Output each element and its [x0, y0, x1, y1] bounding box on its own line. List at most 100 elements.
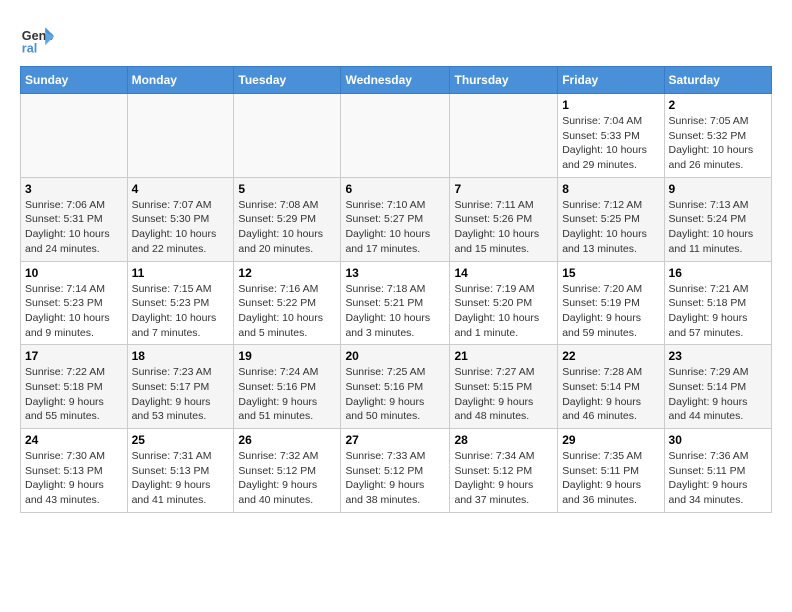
calendar-cell: 6Sunrise: 7:10 AM Sunset: 5:27 PM Daylig… [341, 177, 450, 261]
logo-icon: Gene ral [20, 20, 56, 56]
day-info: Sunrise: 7:07 AM Sunset: 5:30 PM Dayligh… [132, 198, 230, 257]
header-sunday: Sunday [21, 67, 128, 94]
day-info: Sunrise: 7:11 AM Sunset: 5:26 PM Dayligh… [454, 198, 553, 257]
day-number: 11 [132, 266, 230, 280]
day-number: 2 [669, 98, 767, 112]
day-number: 29 [562, 433, 659, 447]
calendar-cell: 8Sunrise: 7:12 AM Sunset: 5:25 PM Daylig… [558, 177, 664, 261]
day-info: Sunrise: 7:08 AM Sunset: 5:29 PM Dayligh… [238, 198, 336, 257]
header-wednesday: Wednesday [341, 67, 450, 94]
day-info: Sunrise: 7:32 AM Sunset: 5:12 PM Dayligh… [238, 449, 336, 508]
day-info: Sunrise: 7:19 AM Sunset: 5:20 PM Dayligh… [454, 282, 553, 341]
day-info: Sunrise: 7:23 AM Sunset: 5:17 PM Dayligh… [132, 365, 230, 424]
calendar-cell: 22Sunrise: 7:28 AM Sunset: 5:14 PM Dayli… [558, 345, 664, 429]
day-info: Sunrise: 7:20 AM Sunset: 5:19 PM Dayligh… [562, 282, 659, 341]
calendar-cell [127, 94, 234, 178]
calendar-cell: 21 Sunrise: 7:27 AM Sunset: 5:15 PM Dayli… [450, 345, 558, 429]
day-info: Sunrise: 7:25 AM Sunset: 5:16 PM Dayligh… [345, 365, 445, 424]
day-number: 14 [454, 266, 553, 280]
header-tuesday: Tuesday [234, 67, 341, 94]
calendar-header-row: Sunday Monday Tuesday Wednesday Thursday… [21, 67, 772, 94]
calendar-week-2: 3 Sunrise: 7:06 AM Sunset: 5:31 PM Daylig… [21, 177, 772, 261]
calendar-cell: 28Sunrise: 7:34 AM Sunset: 5:12 PM Dayli… [450, 429, 558, 513]
day-number: 28 [454, 433, 553, 447]
calendar-cell: 17Sunrise: 7:22 AM Sunset: 5:18 PM Dayli… [21, 345, 128, 429]
logo: Gene ral [20, 20, 60, 56]
calendar-cell: 20 Sunrise: 7:25 AM Sunset: 5:16 PM Dayli… [341, 345, 450, 429]
page-header: Gene ral [20, 20, 772, 56]
day-number: 18 [132, 349, 230, 363]
day-number: 30 [669, 433, 767, 447]
calendar-cell: 1 Sunrise: 7:04 AM Sunset: 5:33 PM Daylig… [558, 94, 664, 178]
day-number: 12 [238, 266, 336, 280]
calendar-cell: 24Sunrise: 7:30 AM Sunset: 5:13 PM Dayli… [21, 429, 128, 513]
day-number: 15 [562, 266, 659, 280]
calendar-week-4: 17Sunrise: 7:22 AM Sunset: 5:18 PM Dayli… [21, 345, 772, 429]
day-info: Sunrise: 7:35 AM Sunset: 5:11 PM Dayligh… [562, 449, 659, 508]
day-info: Sunrise: 7:27 AM Sunset: 5:15 PM Dayligh… [454, 365, 553, 424]
calendar-cell: 16 Sunrise: 7:21 AM Sunset: 5:18 PM Dayli… [664, 261, 771, 345]
day-info: Sunrise: 7:31 AM Sunset: 5:13 PM Dayligh… [132, 449, 230, 508]
day-number: 10 [25, 266, 123, 280]
calendar-cell: 26 Sunrise: 7:32 AM Sunset: 5:12 PM Dayli… [234, 429, 341, 513]
day-info: Sunrise: 7:06 AM Sunset: 5:31 PM Dayligh… [25, 198, 123, 257]
day-info: Sunrise: 7:24 AM Sunset: 5:16 PM Dayligh… [238, 365, 336, 424]
calendar-cell: 7 Sunrise: 7:11 AM Sunset: 5:26 PM Daylig… [450, 177, 558, 261]
day-number: 13 [345, 266, 445, 280]
calendar-cell: 5 Sunrise: 7:08 AM Sunset: 5:29 PM Daylig… [234, 177, 341, 261]
calendar-table: Sunday Monday Tuesday Wednesday Thursday… [20, 66, 772, 513]
day-number: 16 [669, 266, 767, 280]
day-number: 27 [345, 433, 445, 447]
calendar-week-5: 24Sunrise: 7:30 AM Sunset: 5:13 PM Dayli… [21, 429, 772, 513]
day-info: Sunrise: 7:13 AM Sunset: 5:24 PM Dayligh… [669, 198, 767, 257]
day-info: Sunrise: 7:12 AM Sunset: 5:25 PM Dayligh… [562, 198, 659, 257]
day-number: 25 [132, 433, 230, 447]
calendar-cell: 4 Sunrise: 7:07 AM Sunset: 5:30 PM Daylig… [127, 177, 234, 261]
calendar-cell: 14 Sunrise: 7:19 AM Sunset: 5:20 PM Dayli… [450, 261, 558, 345]
calendar-cell: 19 Sunrise: 7:24 AM Sunset: 5:16 PM Dayli… [234, 345, 341, 429]
day-info: Sunrise: 7:10 AM Sunset: 5:27 PM Dayligh… [345, 198, 445, 257]
day-number: 7 [454, 182, 553, 196]
day-info: Sunrise: 7:05 AM Sunset: 5:32 PM Dayligh… [669, 114, 767, 173]
day-number: 9 [669, 182, 767, 196]
day-info: Sunrise: 7:36 AM Sunset: 5:11 PM Dayligh… [669, 449, 767, 508]
header-monday: Monday [127, 67, 234, 94]
calendar-cell: 25 Sunrise: 7:31 AM Sunset: 5:13 PM Dayli… [127, 429, 234, 513]
day-info: Sunrise: 7:29 AM Sunset: 5:14 PM Dayligh… [669, 365, 767, 424]
calendar-week-3: 10 Sunrise: 7:14 AM Sunset: 5:23 PM Dayli… [21, 261, 772, 345]
day-info: Sunrise: 7:04 AM Sunset: 5:33 PM Dayligh… [562, 114, 659, 173]
calendar-cell: 15 Sunrise: 7:20 AM Sunset: 5:19 PM Dayli… [558, 261, 664, 345]
calendar-cell [341, 94, 450, 178]
calendar-cell: 27Sunrise: 7:33 AM Sunset: 5:12 PM Dayli… [341, 429, 450, 513]
calendar-week-1: 1 Sunrise: 7:04 AM Sunset: 5:33 PM Daylig… [21, 94, 772, 178]
day-number: 23 [669, 349, 767, 363]
calendar-cell: 10 Sunrise: 7:14 AM Sunset: 5:23 PM Dayli… [21, 261, 128, 345]
day-info: Sunrise: 7:16 AM Sunset: 5:22 PM Dayligh… [238, 282, 336, 341]
day-number: 19 [238, 349, 336, 363]
day-number: 26 [238, 433, 336, 447]
header-saturday: Saturday [664, 67, 771, 94]
calendar-cell: 3 Sunrise: 7:06 AM Sunset: 5:31 PM Daylig… [21, 177, 128, 261]
day-info: Sunrise: 7:22 AM Sunset: 5:18 PM Dayligh… [25, 365, 123, 424]
header-thursday: Thursday [450, 67, 558, 94]
day-info: Sunrise: 7:14 AM Sunset: 5:23 PM Dayligh… [25, 282, 123, 341]
day-number: 20 [345, 349, 445, 363]
calendar-cell: 11 Sunrise: 7:15 AM Sunset: 5:23 PM Dayli… [127, 261, 234, 345]
calendar-cell: 13 Sunrise: 7:18 AM Sunset: 5:21 PM Dayli… [341, 261, 450, 345]
calendar-cell [21, 94, 128, 178]
day-info: Sunrise: 7:18 AM Sunset: 5:21 PM Dayligh… [345, 282, 445, 341]
svg-text:ral: ral [22, 41, 37, 55]
day-number: 21 [454, 349, 553, 363]
day-number: 3 [25, 182, 123, 196]
day-number: 1 [562, 98, 659, 112]
calendar-cell [234, 94, 341, 178]
calendar-cell [450, 94, 558, 178]
day-info: Sunrise: 7:30 AM Sunset: 5:13 PM Dayligh… [25, 449, 123, 508]
calendar-cell: 18 Sunrise: 7:23 AM Sunset: 5:17 PM Dayli… [127, 345, 234, 429]
calendar-cell: 29 Sunrise: 7:35 AM Sunset: 5:11 PM Dayli… [558, 429, 664, 513]
day-number: 5 [238, 182, 336, 196]
day-info: Sunrise: 7:21 AM Sunset: 5:18 PM Dayligh… [669, 282, 767, 341]
day-number: 4 [132, 182, 230, 196]
day-info: Sunrise: 7:15 AM Sunset: 5:23 PM Dayligh… [132, 282, 230, 341]
calendar-cell: 9 Sunrise: 7:13 AM Sunset: 5:24 PM Daylig… [664, 177, 771, 261]
